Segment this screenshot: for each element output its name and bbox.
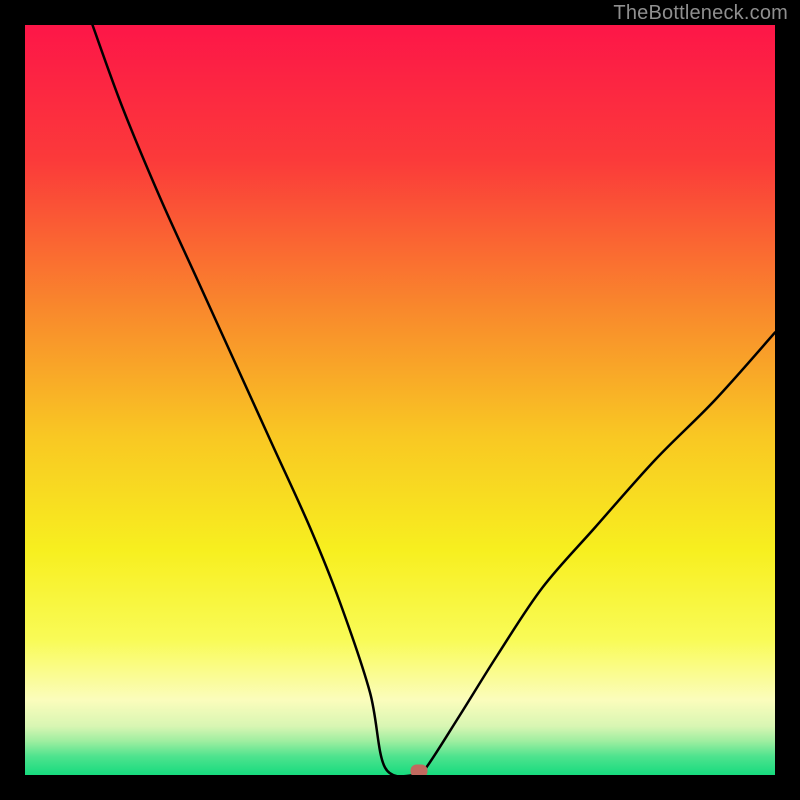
watermark-text: TheBottleneck.com — [613, 2, 788, 25]
plot-area — [25, 25, 775, 775]
gradient-background — [25, 25, 775, 775]
chart-frame: TheBottleneck.com — [0, 0, 800, 800]
plot-svg — [25, 25, 775, 775]
optimal-point-marker — [410, 765, 427, 775]
